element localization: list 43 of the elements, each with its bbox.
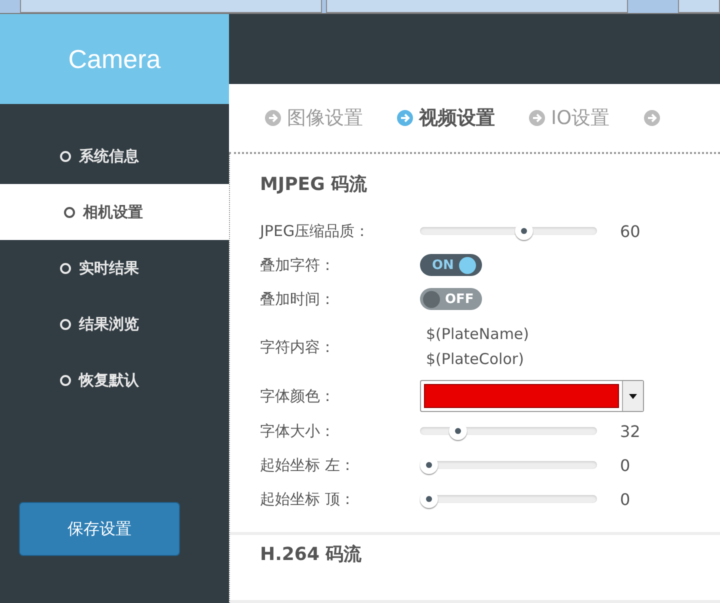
sidebar-item[interactable]: 相机设置 [0, 184, 229, 240]
slider-value: 60 [620, 222, 640, 240]
slider-value: 0 [620, 490, 630, 508]
section-title: H.264 码流 [260, 543, 363, 567]
field-label: 字体大小： [260, 422, 336, 440]
slider-thumb[interactable] [420, 456, 438, 474]
radio-icon [60, 150, 71, 162]
tab[interactable]: 视频设置 [397, 104, 495, 131]
radio-icon [64, 206, 75, 218]
slider[interactable] [420, 221, 597, 241]
sidebar-item[interactable]: 实时结果 [0, 240, 229, 296]
field-label: 叠加时间： [260, 290, 336, 308]
field-label: 字体颜色： [260, 386, 336, 406]
sidebar-item[interactable]: 系统信息 [0, 128, 229, 184]
slider[interactable] [420, 489, 597, 509]
slider-thumb[interactable] [420, 490, 438, 508]
field-label: 起始坐标 顶： [260, 490, 356, 508]
radio-icon [60, 374, 71, 386]
text-value: $(PlateName) [426, 324, 530, 345]
color-dropdown[interactable] [420, 380, 644, 412]
text-value: $(PlateColor) [426, 349, 525, 370]
caret-icon [629, 394, 637, 398]
slider[interactable] [420, 421, 597, 441]
field-label: 字符内容： [260, 338, 336, 356]
browser-tab[interactable] [326, 0, 628, 13]
logo-text: Camera [68, 44, 161, 74]
slider-thumb[interactable] [515, 222, 534, 240]
browser-tab[interactable] [678, 0, 720, 13]
slider-value: 32 [620, 422, 640, 440]
slider-thumb[interactable] [448, 422, 467, 440]
section-title: MJPEG 码流 [260, 173, 368, 197]
slider[interactable] [420, 455, 597, 475]
field-label: JPEG压缩品质： [260, 222, 371, 240]
field-label: 叠加字符： [260, 256, 336, 274]
save-button[interactable]: 保存设置 [19, 502, 180, 556]
sidebar-item[interactable]: 结果浏览 [0, 296, 229, 352]
slider-value: 0 [620, 456, 630, 474]
sidebar-item[interactable]: 恢复默认 [0, 352, 229, 408]
radio-icon [60, 318, 71, 330]
browser-tab[interactable] [20, 0, 322, 13]
field-label: 起始坐标 左： [260, 456, 356, 474]
radio-icon [60, 262, 71, 274]
toggle-switch[interactable]: ON [420, 254, 482, 276]
